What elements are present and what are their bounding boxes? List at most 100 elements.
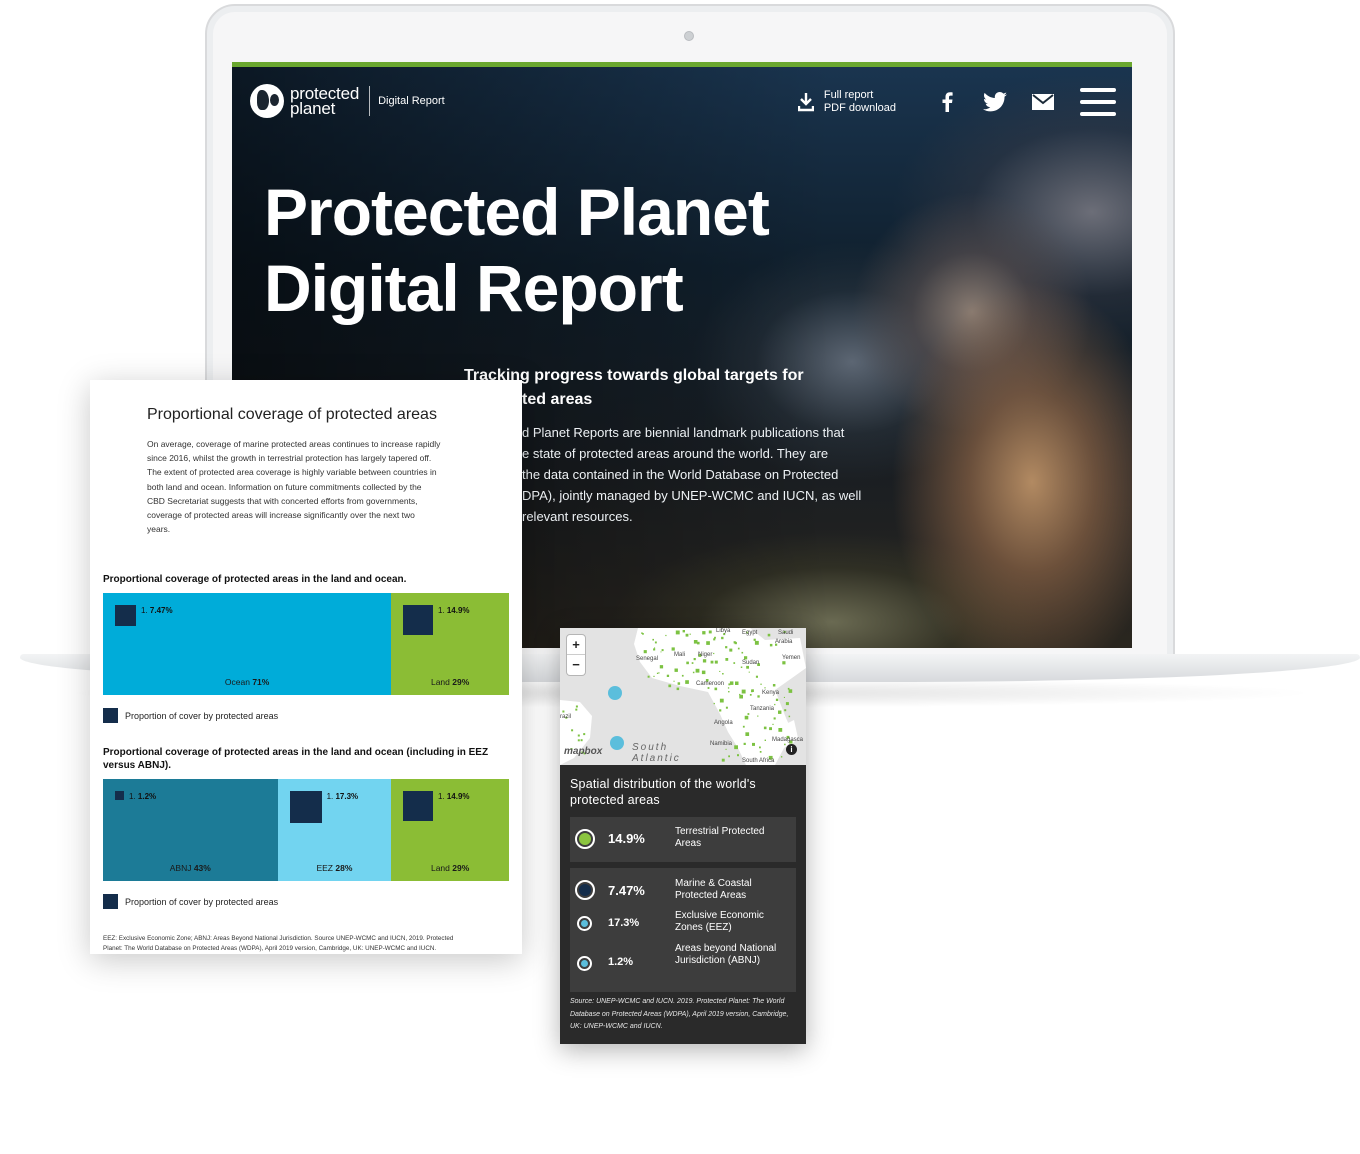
map-place-label: Niger	[698, 652, 713, 658]
protected-area-patch	[778, 728, 783, 732]
protected-area-patch	[674, 668, 678, 672]
menu-icon[interactable]	[1080, 88, 1116, 116]
map-canvas[interactable]: Libya Egypt Saudi Arabia Senegal Mali Ni…	[560, 628, 806, 765]
protected-area-patch	[727, 687, 730, 689]
map-land	[560, 628, 806, 765]
map-place-label: Madagasca	[772, 737, 804, 743]
twitter-button[interactable]	[980, 90, 1010, 114]
protected-area-patch	[714, 687, 718, 691]
protected-area-patch	[722, 673, 724, 675]
chart-2-bars: 1. 1.2% ABNJ 43% 1. 17.3% EEZ 28% 1. 14.9% La…	[103, 779, 509, 881]
menu-bar	[1080, 88, 1116, 92]
protected-area-patch	[735, 681, 739, 685]
protected-area-patch	[693, 640, 698, 644]
report-paragraph: On average, coverage of marine protected…	[147, 437, 469, 536]
segment-share-value: 43%	[193, 863, 211, 873]
protected-area-patch	[685, 680, 689, 684]
protected-share-mark	[115, 605, 137, 627]
protected-area-patch	[764, 687, 766, 689]
hero-body-line: DPA), jointly managed by UNEP-WCMC and I…	[522, 488, 862, 503]
map-source-note: Source: UNEP-WCMC and IUCN. 2019. Protec…	[570, 998, 789, 1030]
zoom-in-button[interactable]: +	[567, 635, 585, 655]
segment-share-value: 29%	[452, 863, 470, 873]
paragraph-line: CBD Secretariat suggests that with conce…	[147, 495, 418, 506]
map-place-label: Yemen	[782, 655, 801, 661]
laptop-camera	[684, 31, 694, 41]
protected-share-index: 1.	[129, 792, 138, 801]
chart-1-legend: Proportion of cover by protected areas	[103, 708, 278, 723]
protected-area-patch	[643, 650, 647, 654]
protected-area-patch	[783, 696, 785, 698]
terrestrial-stat-box: 14.9% Terrestrial Protected Areas	[570, 817, 796, 862]
protected-area-patch	[666, 674, 670, 677]
protected-area-patch	[764, 739, 766, 741]
protected-area-patch	[760, 683, 762, 685]
segment-category-name: ABNJ	[169, 863, 194, 873]
protected-area-patch	[739, 694, 743, 699]
protected-area-patch	[713, 702, 715, 705]
hero-title: Protected Planet Digital Report	[264, 174, 770, 326]
map-place-label: South Africa	[742, 758, 775, 764]
download-label: Full report PDF download	[824, 89, 896, 115]
segment-category-name: EEZ	[316, 863, 336, 873]
protected-area-patch	[707, 687, 710, 689]
protected-area-patch	[774, 703, 776, 706]
protected-area-patch	[702, 659, 707, 663]
protected-area-patch	[671, 647, 675, 651]
report-page-card: Proportional coverage of protected areas…	[90, 380, 522, 954]
protected-area-patch	[773, 717, 776, 720]
email-button[interactable]	[1028, 90, 1058, 114]
protected-share-mark	[289, 791, 322, 823]
globe-icon	[250, 84, 284, 118]
protected-area-patch	[708, 630, 712, 634]
protected-area-patch	[785, 702, 789, 706]
protected-area-patch	[752, 742, 755, 746]
protected-area-patch	[659, 665, 664, 669]
protected-area-patch	[772, 684, 776, 687]
paragraph-line: both land and ocean. Information on futu…	[147, 481, 422, 492]
map-place-label: Saudi	[778, 630, 794, 636]
protected-area-patch	[719, 709, 722, 712]
info-icon[interactable]: i	[786, 744, 797, 755]
hero-title-line-2: Digital Report	[264, 251, 684, 325]
protected-area-patch	[673, 680, 675, 682]
marine-label: Marine & Coastal Protected Areas	[675, 878, 752, 901]
protected-area-patch	[675, 630, 680, 635]
mapbox-logo[interactable]: mapbox	[564, 746, 602, 757]
menu-bar	[1080, 100, 1116, 104]
protected-area-patch	[701, 670, 706, 675]
facebook-icon	[942, 92, 953, 112]
protected-area-patch	[682, 630, 685, 633]
protected-area-patch	[577, 739, 580, 742]
map-place-label: razil	[560, 714, 572, 720]
protected-share-label: 1. 14.9%	[438, 606, 470, 615]
protected-area-patch	[719, 698, 724, 703]
paragraph-line: The extent of protected area coverage is…	[147, 467, 437, 478]
protected-area-patch	[729, 681, 734, 685]
segment-share-value: 29%	[452, 677, 470, 687]
protected-share-index: 1.	[437, 606, 447, 615]
protected-area-patch	[729, 648, 733, 652]
protected-area-patch	[686, 661, 689, 665]
protected-area-patch	[721, 636, 724, 640]
map-place-label: Cameroon	[696, 681, 725, 687]
protected-area-patch	[654, 647, 656, 649]
zoom-out-button[interactable]: −	[567, 655, 585, 675]
protected-area-patch	[660, 651, 662, 653]
protected-area-patch	[654, 641, 657, 644]
protected-area-patch	[656, 672, 659, 674]
protected-area-patch	[751, 690, 753, 693]
protected-share-value: 1.2%	[137, 792, 157, 801]
chart-1-heading: Proportional coverage of protected areas…	[103, 574, 407, 585]
pdf-download-link[interactable]: Full report PDF download	[797, 89, 896, 115]
segment-category-name: Ocean	[224, 677, 253, 687]
protected-area-patch	[784, 709, 787, 712]
segment-category-label: EEZ 28%	[278, 863, 392, 873]
site-logo[interactable]: protected planet Digital Report	[250, 84, 445, 118]
facebook-button[interactable]	[932, 90, 962, 114]
protected-share-label: 1. 1.2%	[129, 792, 156, 801]
footnote-line: EEZ: Exclusive Economic Zone; ABNJ: Area…	[103, 935, 454, 942]
bar-segment-ocean: 1. 7.47% Ocean 71%	[103, 593, 392, 695]
marine-legend-icon	[575, 880, 595, 900]
protected-area-patch	[728, 755, 730, 758]
